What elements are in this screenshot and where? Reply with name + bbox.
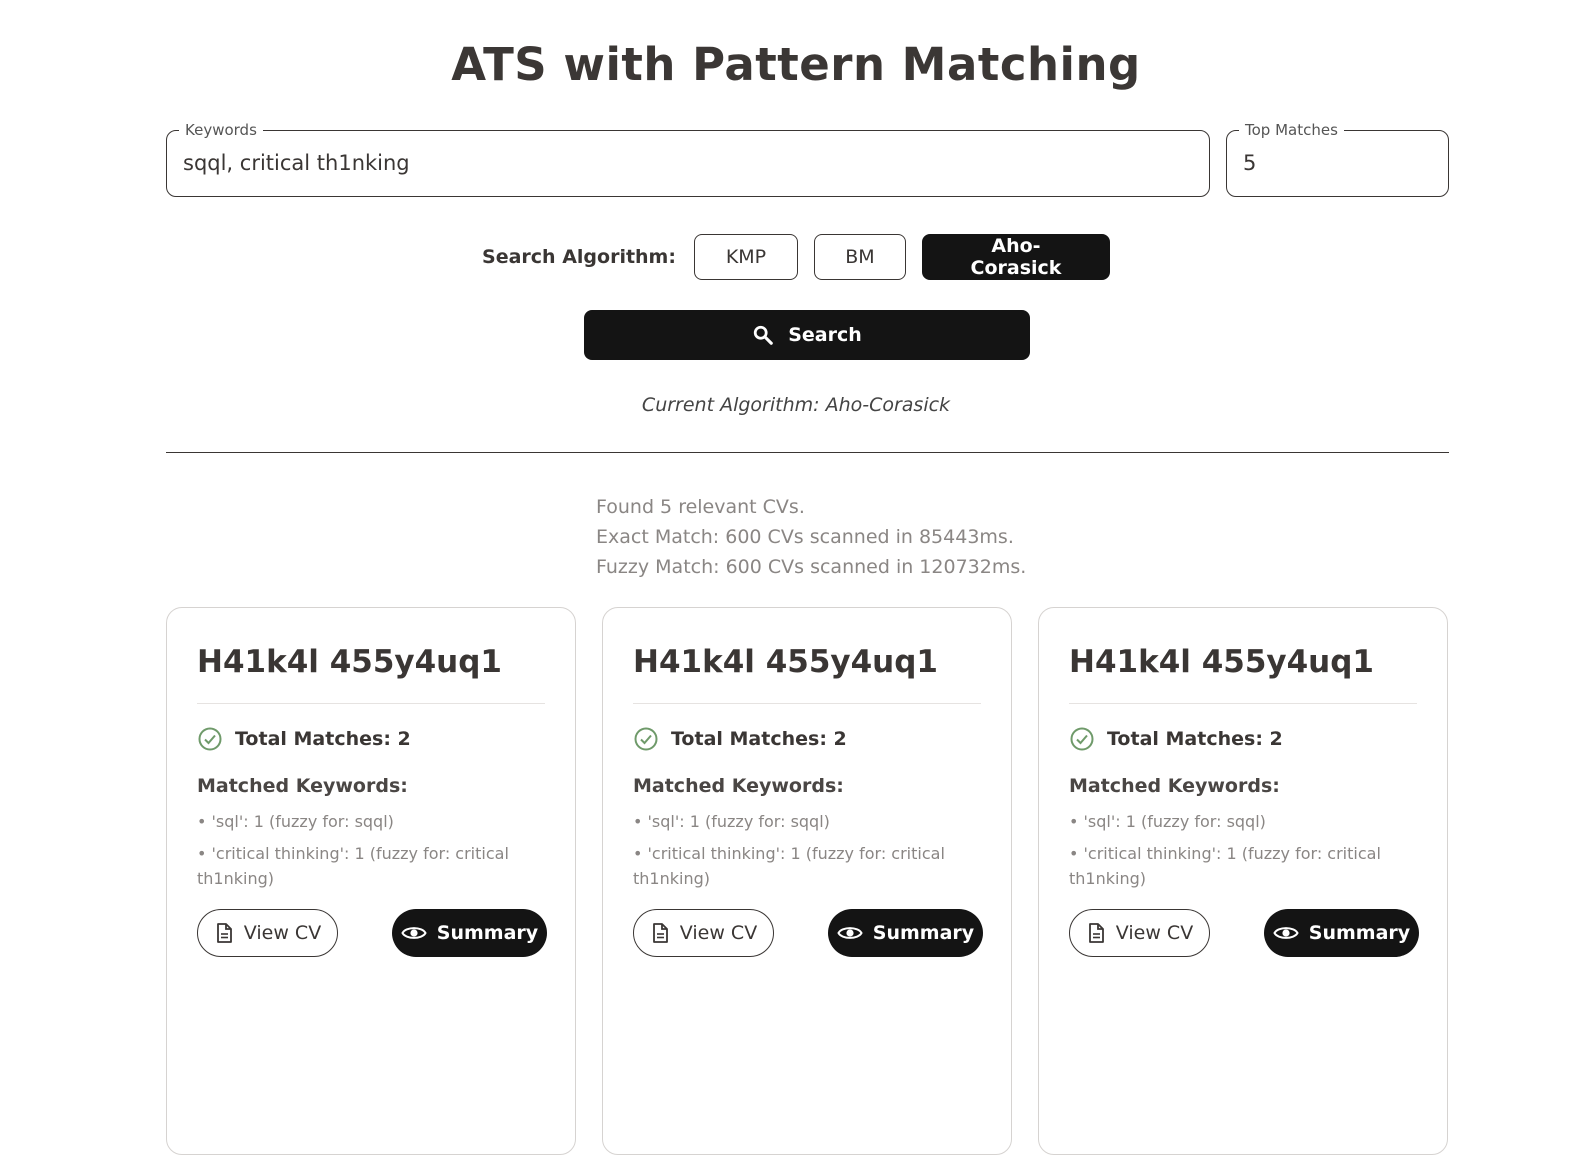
eye-icon [401, 924, 427, 942]
matched-keyword-item: • 'critical thinking': 1 (fuzzy for: cri… [197, 844, 509, 888]
summary-label: Summary [436, 922, 539, 944]
matched-keywords-title: Matched Keywords: [633, 775, 844, 797]
total-matches-label: Total Matches: 2 [235, 728, 411, 750]
algorithm-kmp-button[interactable]: KMP [693, 234, 798, 280]
summary-button[interactable]: Summary [392, 909, 547, 957]
card-divider [1069, 703, 1417, 704]
keywords-input[interactable] [183, 151, 1193, 175]
matched-keywords-list: • 'sql': 1 (fuzzy for: sqql) • 'critical… [197, 809, 547, 898]
algorithm-label: Search Algorithm: [482, 246, 676, 268]
search-button[interactable]: Search [584, 310, 1030, 360]
candidate-name: H41k4l 455y4uq1 [633, 644, 939, 680]
eye-icon [1273, 924, 1299, 942]
matched-keyword-item: • 'sql': 1 (fuzzy for: sqql) [197, 812, 394, 831]
stats-found: Found 5 relevant CVs. [596, 496, 805, 518]
candidate-name: H41k4l 455y4uq1 [1069, 644, 1375, 680]
total-matches: Total Matches: 2 [197, 726, 411, 752]
algorithm-bm-button[interactable]: BM [813, 234, 906, 280]
summary-button[interactable]: Summary [828, 909, 983, 957]
result-card: H41k4l 455y4uq1 Total Matches: 2 Matched… [1038, 607, 1448, 1155]
total-matches-label: Total Matches: 2 [1107, 728, 1283, 750]
matched-keyword-item: • 'sql': 1 (fuzzy for: sqql) [1069, 812, 1266, 831]
view-cv-label: View CV [679, 922, 758, 944]
search-button-label: Search [788, 324, 862, 346]
document-icon [650, 922, 670, 944]
divider [166, 452, 1449, 453]
search-stats: Found 5 relevant CVs. Exact Match: 600 C… [596, 492, 1026, 582]
search-icon [752, 324, 774, 346]
keywords-field[interactable]: Keywords [166, 122, 1210, 197]
matched-keyword-item: • 'sql': 1 (fuzzy for: sqql) [633, 812, 830, 831]
summary-button[interactable]: Summary [1264, 909, 1419, 957]
result-card: H41k4l 455y4uq1 Total Matches: 2 Matched… [602, 607, 1012, 1155]
document-icon [214, 922, 234, 944]
card-divider [197, 703, 545, 704]
page-title: ATS with Pattern Matching [451, 38, 1141, 91]
matched-keywords-title: Matched Keywords: [197, 775, 408, 797]
algorithm-selector: Search Algorithm: KMP BM Aho-Corasick [0, 233, 1592, 281]
matched-keywords-list: • 'sql': 1 (fuzzy for: sqql) • 'critical… [633, 809, 983, 898]
algorithm-aho-corasick-button[interactable]: Aho-Corasick [921, 234, 1110, 280]
view-cv-button[interactable]: View CV [633, 909, 774, 957]
matched-keywords-title: Matched Keywords: [1069, 775, 1280, 797]
top-matches-input[interactable] [1243, 151, 1432, 175]
top-matches-label: Top Matches [1239, 122, 1344, 138]
check-circle-icon [1069, 726, 1095, 752]
stats-exact: Exact Match: 600 CVs scanned in 85443ms. [596, 526, 1014, 548]
eye-icon [837, 924, 863, 942]
check-circle-icon [197, 726, 223, 752]
view-cv-button[interactable]: View CV [1069, 909, 1210, 957]
matched-keyword-item: • 'critical thinking': 1 (fuzzy for: cri… [1069, 844, 1381, 888]
stats-fuzzy: Fuzzy Match: 600 CVs scanned in 120732ms… [596, 556, 1027, 578]
card-divider [633, 703, 981, 704]
check-circle-icon [633, 726, 659, 752]
view-cv-label: View CV [243, 922, 322, 944]
top-matches-field[interactable]: Top Matches [1226, 122, 1449, 197]
total-matches: Total Matches: 2 [633, 726, 847, 752]
document-icon [1086, 922, 1106, 944]
candidate-name: H41k4l 455y4uq1 [197, 644, 503, 680]
total-matches: Total Matches: 2 [1069, 726, 1283, 752]
keywords-label: Keywords [179, 122, 263, 138]
summary-label: Summary [872, 922, 975, 944]
current-algorithm-text: Current Algorithm: Aho-Corasick [641, 394, 951, 416]
view-cv-button[interactable]: View CV [197, 909, 338, 957]
result-card: H41k4l 455y4uq1 Total Matches: 2 Matched… [166, 607, 576, 1155]
matched-keywords-list: • 'sql': 1 (fuzzy for: sqql) • 'critical… [1069, 809, 1419, 898]
summary-label: Summary [1308, 922, 1411, 944]
matched-keyword-item: • 'critical thinking': 1 (fuzzy for: cri… [633, 844, 945, 888]
view-cv-label: View CV [1115, 922, 1194, 944]
total-matches-label: Total Matches: 2 [671, 728, 847, 750]
